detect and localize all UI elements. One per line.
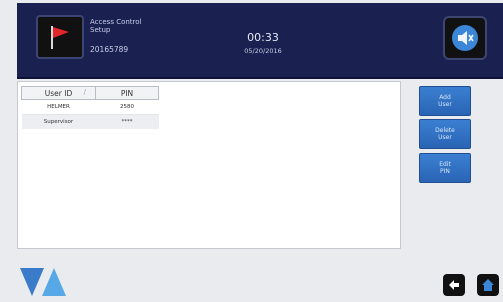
clock-time: 00:33 [247,31,279,44]
back-button[interactable] [443,274,465,296]
pin-cell: **** [95,114,159,129]
pin-cell: 2580 [95,99,159,115]
user-id-cell: HELMER [21,99,96,115]
helmer-logo [20,266,78,298]
red-flag-icon [51,26,69,49]
table-row[interactable]: HELMER 2580 [21,99,159,115]
table-row[interactable]: Supervisor **** [21,114,159,129]
audio-mute-button[interactable] [443,16,487,60]
user-list-panel: User ID / PIN HELMER 2580 Supervisor ***… [17,81,401,249]
home-button[interactable] [477,274,499,296]
column-header-pin-label: PIN [120,88,134,98]
add-user-button[interactable]: Add User [419,86,471,116]
header-bar: Access Control Setup 20165789 00:33 05/2… [17,3,503,79]
column-header-pin[interactable]: PIN [95,86,159,100]
screen-title-line2: Setup [90,26,111,34]
alarm-flag-button[interactable] [36,15,84,59]
speaker-mute-icon [452,25,478,51]
sort-indicator-icon: / [83,88,86,96]
edit-pin-button[interactable]: Edit PIN [419,153,471,183]
serial-number: 20165789 [90,45,129,54]
user-table: User ID / PIN HELMER 2580 Supervisor ***… [21,86,159,129]
column-header-user-id-label: User ID [44,88,73,98]
back-arrow-icon [449,280,459,290]
delete-user-button[interactable]: Delete User [419,119,471,149]
screen-title: Access Control Setup [90,18,142,34]
screen-title-line1: Access Control [90,18,142,26]
table-header-row: User ID / PIN [21,86,159,100]
home-icon [482,279,494,291]
column-header-user-id[interactable]: User ID / [21,86,96,100]
clock-date: 05/20/2016 [244,47,282,55]
user-id-cell: Supervisor [21,114,96,129]
